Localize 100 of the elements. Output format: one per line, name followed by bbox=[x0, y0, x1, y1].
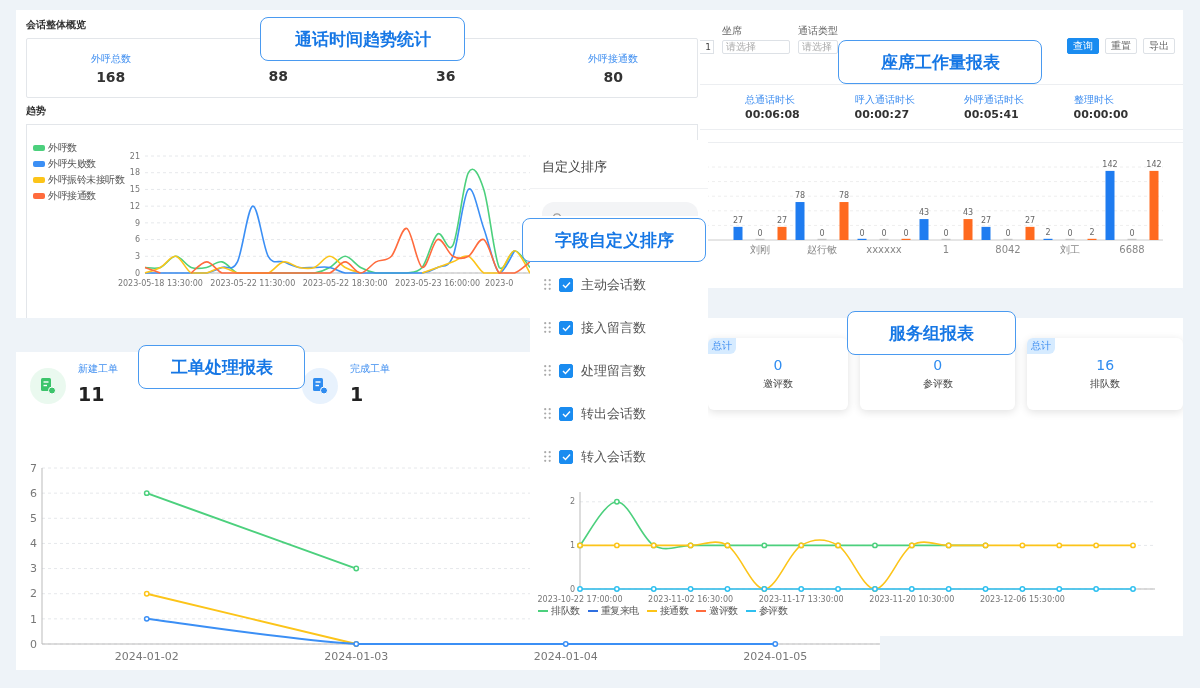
axis-tick-label: 2023-05-18 13:30:00 bbox=[117, 279, 203, 288]
field-label: 主动会话数 bbox=[581, 275, 646, 294]
axis-tick-label: 7 bbox=[30, 461, 37, 475]
stat-value: 88 bbox=[268, 67, 288, 84]
axis-tick-label: 2023-05-22 11:30:00 bbox=[210, 279, 296, 288]
axis-tick-label: 刘刚 bbox=[750, 244, 770, 255]
bar-value-label: 0 bbox=[819, 229, 825, 238]
bar-value-label: 142 bbox=[1102, 159, 1118, 169]
bar-value-label: 43 bbox=[918, 208, 930, 218]
legend-label: 参评数 bbox=[758, 604, 787, 618]
bar-value-label: 27 bbox=[980, 215, 992, 225]
axis-tick-label: 9 bbox=[134, 218, 140, 228]
field-label: 处理留言数 bbox=[581, 361, 646, 380]
field-label: 转出会话数 bbox=[581, 404, 646, 423]
axis-tick-label: 2024-01-05 bbox=[743, 650, 808, 663]
axis-tick-label: 2023-05-22 18:30:00 bbox=[302, 279, 388, 288]
bar-value-label: 27 bbox=[776, 215, 788, 225]
callout-label: 字段自定义排序 bbox=[522, 218, 706, 262]
bar-value-label: 78 bbox=[794, 191, 806, 201]
stat-label: 呼入通话时长 bbox=[854, 93, 916, 107]
legend-label: 外呼数 bbox=[48, 141, 77, 155]
axis-tick-label: 1 bbox=[942, 244, 950, 255]
stat-label: 参评数 bbox=[922, 377, 953, 391]
axis-tick-label: 赵行敏 bbox=[807, 244, 837, 255]
axis-tick-label: 2023-11-20 10:30:00 bbox=[869, 595, 955, 604]
stat-value: 00:00:27 bbox=[854, 108, 911, 121]
stat-value: 00:00:00 bbox=[1073, 108, 1130, 121]
axis-tick-label: 0 bbox=[569, 584, 575, 594]
axis-tick-label: 6688 bbox=[1119, 244, 1145, 255]
total-tag: 总计 bbox=[708, 338, 736, 354]
axis-tick-label: 2024-01-02 bbox=[114, 650, 179, 663]
callout-label: 通话时间趋势统计 bbox=[260, 17, 465, 61]
stat-value: 36 bbox=[436, 67, 456, 84]
axis-tick-label: 6 bbox=[30, 486, 37, 500]
axis-tick-label: 2 bbox=[569, 497, 575, 507]
stat-label: 外呼总数 bbox=[90, 51, 131, 66]
bar-value-label: 0 bbox=[1129, 229, 1135, 238]
callout-label: 工单处理报表 bbox=[138, 345, 305, 389]
stat-value: 0 bbox=[933, 357, 943, 373]
axis-tick-label: 2024-01-03 bbox=[324, 650, 389, 663]
axis-tick-label: 0 bbox=[30, 637, 37, 651]
bar-value-label: 0 bbox=[881, 229, 887, 238]
bar-value-label: 0 bbox=[1005, 229, 1011, 238]
axis-tick-label: 12 bbox=[129, 201, 140, 211]
legend-label: 排队数 bbox=[551, 604, 580, 618]
filter-label: 通话类型 bbox=[798, 24, 838, 38]
total-tag: 总计 bbox=[1027, 338, 1056, 354]
panel-title: 自定义排序 bbox=[530, 140, 708, 189]
callout-label: 座席工作量报表 bbox=[838, 40, 1042, 84]
stat-value: 16 bbox=[1096, 357, 1115, 373]
callout-label: 服务组报表 bbox=[847, 311, 1016, 355]
legend-label: 接通数 bbox=[659, 604, 688, 618]
bar-value-label: 27 bbox=[732, 215, 744, 225]
field-label: 转入会话数 bbox=[581, 447, 646, 466]
bar-value-label: 0 bbox=[903, 229, 909, 238]
axis-tick-label: 1 bbox=[30, 612, 37, 626]
bar-value-label: 43 bbox=[962, 208, 974, 218]
stat-label: 外呼接通数 bbox=[588, 51, 639, 66]
axis-tick-label: 4 bbox=[30, 537, 37, 551]
bar-value-label: 0 bbox=[859, 229, 865, 238]
bar-value-label: 142 bbox=[1146, 159, 1162, 169]
axis-tick-label: 3 bbox=[134, 251, 140, 261]
axis-tick-label: 2023-11-17 13:30:00 bbox=[758, 595, 844, 604]
bar-value-label: 2 bbox=[1089, 228, 1095, 238]
axis-tick-label: 3 bbox=[30, 562, 37, 576]
stat-value: 00:05:41 bbox=[964, 108, 1020, 121]
filter-label: 坐席 bbox=[722, 24, 743, 38]
stat-value: 1 bbox=[350, 383, 365, 405]
stat-label: 总通话时长 bbox=[745, 93, 796, 107]
axis-tick-label: 8042 bbox=[995, 244, 1021, 255]
axis-tick-label: 15 bbox=[129, 185, 140, 195]
bar-value-label: 78 bbox=[838, 191, 850, 201]
stat-value: 00:06:08 bbox=[745, 108, 801, 121]
legend-label: 外呼振铃未接听数 bbox=[48, 173, 124, 187]
axis-tick-label: 5 bbox=[30, 511, 37, 525]
axis-tick-label: 2023-12-06 15:30:00 bbox=[979, 595, 1065, 604]
stat-value: 0 bbox=[773, 357, 783, 373]
stat-label: 完成工单 bbox=[350, 362, 390, 376]
axis-tick-label: 2023-05-23 16:00:00 bbox=[395, 279, 481, 288]
stat-label: 整理时长 bbox=[1073, 93, 1115, 107]
axis-tick-label: 刘工 bbox=[1060, 244, 1080, 255]
axis-tick-label: xxxxxx bbox=[866, 244, 902, 255]
bar-value-label: 2 bbox=[1045, 228, 1051, 238]
legend-label: 外呼接通数 bbox=[48, 189, 96, 203]
axis-tick-label: 6 bbox=[134, 235, 140, 245]
legend-label: 邀评数 bbox=[709, 604, 738, 618]
axis-tick-label: 2024-01-04 bbox=[533, 650, 598, 663]
bar-value-label: 0 bbox=[943, 229, 949, 238]
axis-tick-label: 2023-10-22 17:00:00 bbox=[537, 595, 623, 604]
stat-label: 新建工单 bbox=[78, 362, 118, 376]
bar-value-label: 0 bbox=[1067, 229, 1073, 238]
field-label: 接入留言数 bbox=[581, 318, 646, 337]
stat-label: 排队数 bbox=[1090, 377, 1121, 391]
stat-value: 80 bbox=[603, 68, 623, 85]
legend-label: 重复来电 bbox=[600, 604, 639, 618]
stat-label: 外呼通话时长 bbox=[964, 93, 1025, 107]
axis-tick-label: 2023-11-02 16:30:00 bbox=[648, 595, 734, 604]
axis-tick-label: 2023-0 bbox=[485, 279, 514, 288]
section-title: 会话整体概览 bbox=[26, 18, 87, 32]
bar-value-label: 27 bbox=[1024, 215, 1036, 225]
